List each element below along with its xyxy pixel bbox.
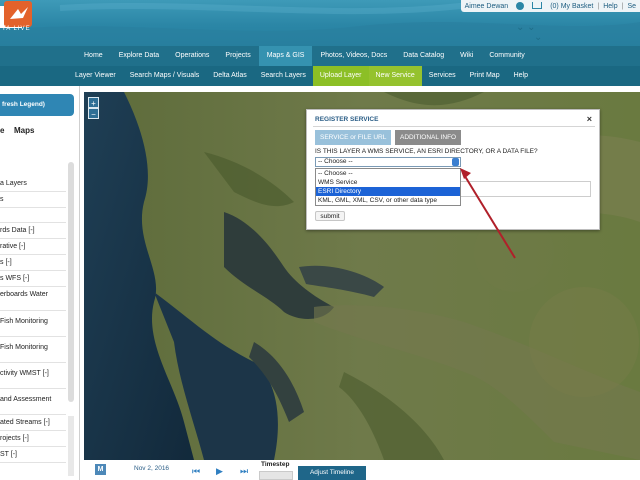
play-icon[interactable]: ▶: [216, 467, 223, 476]
subnav-search-maps[interactable]: Search Maps / Visuals: [123, 66, 207, 86]
subnav-print-map[interactable]: Print Map: [463, 66, 507, 86]
layer-item[interactable]: rojects [-]: [0, 431, 66, 447]
secondary-nav: Layer Viewer Search Maps / Visuals Delta…: [0, 66, 640, 86]
service-type-question: IS THIS LAYER A WMS SERVICE, AN ESRI DIR…: [315, 148, 538, 155]
select-value: -- Choose --: [318, 158, 353, 165]
tab-layers[interactable]: e: [0, 126, 4, 135]
timeline-date: Nov 2, 2016: [134, 465, 170, 472]
option-esri-directory[interactable]: ESRI Directory: [316, 187, 460, 196]
dropdown-arrow-icon[interactable]: [452, 158, 459, 166]
layer-item[interactable]: s WFS [-]: [0, 271, 66, 287]
nav-home[interactable]: Home: [76, 46, 111, 66]
sidebar-scrollbar[interactable]: [68, 162, 74, 402]
layer-list: a Layers s rds Data [-] rative [-] s [-]…: [0, 176, 66, 463]
nav-wiki[interactable]: Wiki: [452, 46, 481, 66]
layer-item[interactable]: [0, 208, 66, 223]
option-choose[interactable]: -- Choose --: [316, 169, 460, 178]
basket-link[interactable]: (0) My Basket: [546, 3, 597, 10]
layer-item[interactable]: s: [0, 192, 66, 208]
nav-explore-data[interactable]: Explore Data: [111, 46, 167, 66]
timeline-bar: M Nov 2, 2016 ⏮ ▶ ⏭ Timestep Adjust Time…: [84, 460, 640, 480]
sidebar-scroll-track[interactable]: [68, 416, 74, 476]
map-mode-icon[interactable]: M: [95, 464, 106, 475]
zoom-in-button[interactable]: +: [88, 97, 99, 108]
layer-item[interactable]: rative [-]: [0, 239, 66, 255]
subnav-delta-atlas[interactable]: Delta Atlas: [206, 66, 253, 86]
nav-community[interactable]: Community: [481, 46, 532, 66]
subnav-layer-viewer[interactable]: Layer Viewer: [68, 66, 123, 86]
divider: [313, 126, 595, 127]
submit-button[interactable]: submit: [315, 211, 345, 221]
subnav-services[interactable]: Services: [422, 66, 463, 86]
register-service-dialog: REGISTER SERVICE × SERVICE or FILE URL A…: [306, 109, 600, 230]
search-link[interactable]: Se: [623, 3, 640, 10]
nav-operations[interactable]: Operations: [167, 46, 217, 66]
option-wms-service[interactable]: WMS Service: [316, 178, 460, 187]
layer-item[interactable]: erboards Water: [0, 287, 66, 311]
layer-item[interactable]: ST [-]: [0, 447, 66, 463]
site-header: TA LIVE ⌄ ⌄ ⌄ Aimee Dewan (0) My Basket …: [0, 0, 640, 46]
primary-nav: Home Explore Data Operations Projects Ma…: [0, 46, 640, 66]
option-data-file[interactable]: KML, GML, XML, CSV, or other data type: [316, 196, 460, 205]
service-type-options: -- Choose -- WMS Service ESRI Directory …: [315, 168, 461, 206]
subnav-new-service[interactable]: New Service: [368, 66, 422, 86]
nav-maps-gis[interactable]: Maps & GIS: [258, 46, 313, 66]
nav-photos-videos-docs[interactable]: Photos, Videos, Docs: [312, 46, 395, 66]
skip-forward-icon[interactable]: ⏭: [240, 467, 248, 476]
zoom-out-button[interactable]: −: [88, 108, 99, 119]
url-input-field[interactable]: [461, 181, 591, 197]
layer-item[interactable]: ated Streams [-]: [0, 415, 66, 431]
layer-item[interactable]: s [-]: [0, 255, 66, 271]
layer-item[interactable]: Fish Monitoring: [0, 311, 66, 337]
layer-item[interactable]: and Assessment: [0, 389, 66, 415]
help-link[interactable]: Help: [599, 3, 621, 10]
tab-maps[interactable]: Maps: [14, 126, 34, 135]
layer-sidebar: fresh Legend) e Maps a Layers s rds Data…: [0, 86, 80, 480]
timestep-label: Timestep: [261, 461, 290, 468]
bird-logo-icon[interactable]: [4, 1, 32, 27]
subnav-search-layers[interactable]: Search Layers: [254, 66, 313, 86]
nav-projects[interactable]: Projects: [217, 46, 258, 66]
close-icon[interactable]: ×: [587, 114, 592, 124]
tab-service-or-file-url[interactable]: SERVICE or FILE URL: [315, 130, 392, 145]
zoom-controls: + −: [88, 97, 99, 119]
layer-item[interactable]: a Layers: [0, 176, 66, 192]
subnav-upload-layer[interactable]: Upload Layer: [312, 66, 369, 86]
subnav-help[interactable]: Help: [507, 66, 535, 86]
timestep-select[interactable]: [259, 471, 293, 480]
nav-data-catalog[interactable]: Data Catalog: [395, 46, 452, 66]
dialog-title: REGISTER SERVICE: [315, 116, 379, 123]
skip-back-icon[interactable]: ⏮: [192, 467, 200, 476]
birds-icon: ⌄ ⌄: [516, 22, 536, 33]
logo-text: TA LIVE: [2, 26, 31, 32]
user-name[interactable]: Aimee Dewan: [461, 3, 513, 10]
layer-item[interactable]: ctivity WMST [-]: [0, 363, 66, 389]
layer-item[interactable]: Fish Monitoring: [0, 337, 66, 363]
service-type-select[interactable]: -- Choose --: [315, 157, 461, 167]
refresh-legend-button[interactable]: fresh Legend): [0, 94, 74, 116]
adjust-timeline-button[interactable]: Adjust Timeline: [298, 466, 366, 480]
user-bar: Aimee Dewan (0) My Basket | Help | Se: [460, 0, 640, 12]
basket-icon[interactable]: [528, 2, 546, 10]
tab-additional-info[interactable]: ADDITIONAL INFO: [395, 130, 462, 145]
layer-item[interactable]: rds Data [-]: [0, 223, 66, 239]
birds-icon: ⌄: [534, 32, 543, 43]
settings-gear-icon[interactable]: [512, 2, 528, 10]
